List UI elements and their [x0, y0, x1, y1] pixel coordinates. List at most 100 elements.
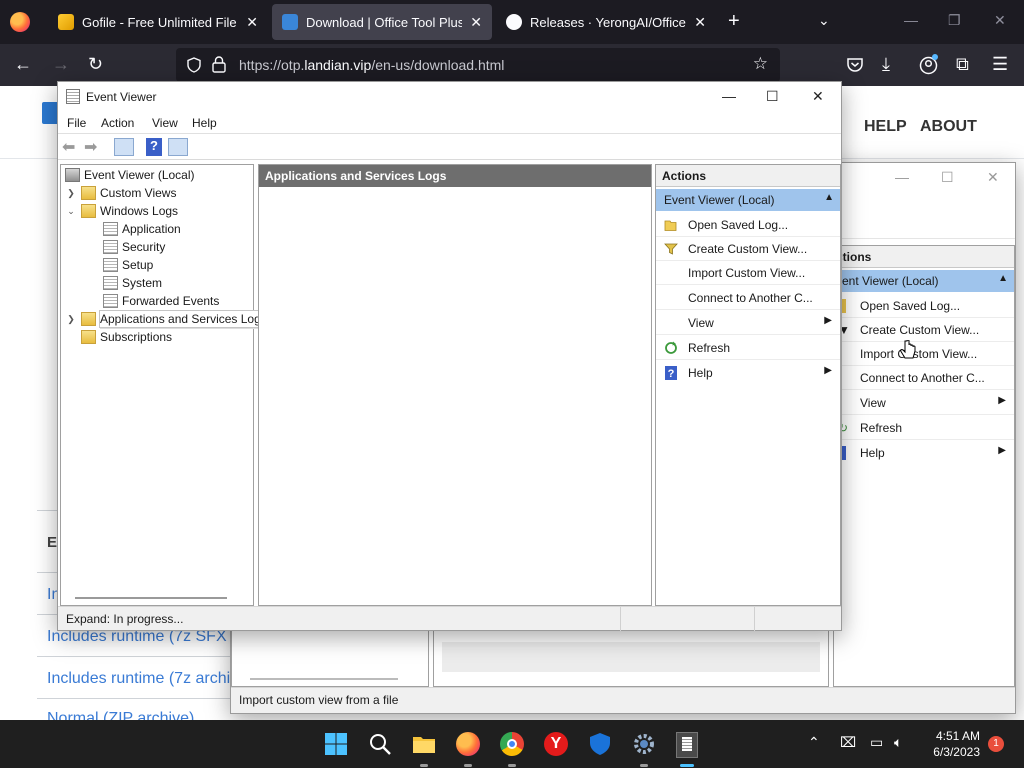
address-bar[interactable]: https://otp.landian.vip/en-us/download.h…: [176, 48, 780, 82]
expand-chevron-icon[interactable]: ❯: [65, 188, 77, 199]
tree-node-custom-views[interactable]: ❯ Custom Views: [65, 184, 176, 202]
action-create-custom-view[interactable]: ▼ Create Custom View...: [834, 318, 1014, 342]
url-text: https://otp.landian.vip/en-us/download.h…: [239, 57, 505, 73]
tray-overflow-chevron-icon[interactable]: ⌃: [808, 734, 820, 751]
shield-icon[interactable]: [186, 57, 202, 73]
tree-node-system[interactable]: System: [103, 274, 162, 292]
actions-pane: Actions Event Viewer (Local) ▲ Open Save…: [655, 164, 841, 606]
tree-node-selected-label[interactable]: Applications and Services Logs: [99, 310, 272, 328]
notification-badge[interactable]: 1: [988, 736, 1004, 752]
download-link[interactable]: Includes runtime (7z archi: [47, 670, 230, 688]
yandex-browser-icon[interactable]: Y: [544, 732, 568, 756]
collapse-icon[interactable]: ▲: [998, 273, 1008, 284]
chevron-down-icon[interactable]: ⌄: [818, 12, 830, 29]
lock-icon[interactable]: [212, 56, 226, 73]
settings-gear-icon[interactable]: [632, 732, 656, 756]
tree-node-application[interactable]: Application: [103, 220, 181, 238]
tab-gofile[interactable]: Gofile - Free Unlimited File Sha ✕: [48, 4, 268, 40]
close-icon[interactable]: ✕: [994, 12, 1006, 29]
action-view[interactable]: View ▶: [656, 311, 840, 335]
menu-action[interactable]: Action: [101, 116, 134, 130]
tree-node-security[interactable]: Security: [103, 238, 165, 256]
menu-file[interactable]: File: [67, 116, 86, 130]
extensions-icon[interactable]: ⧉: [956, 54, 969, 75]
windows-start-icon[interactable]: [324, 732, 348, 756]
forward-arrow-icon[interactable]: ➡: [84, 137, 97, 157]
display-icon[interactable]: ▭: [870, 734, 883, 751]
tree-node-applications-and-services-logs[interactable]: ❯: [65, 310, 100, 328]
no-network-icon[interactable]: ⌧: [840, 734, 856, 751]
restore-icon[interactable]: ❐: [948, 12, 961, 29]
scrollbar[interactable]: [250, 678, 398, 680]
volume-icon[interactable]: 🔈︎: [894, 734, 902, 751]
tree-node-subscriptions[interactable]: Subscriptions: [81, 328, 172, 346]
back-arrow-icon[interactable]: ⬅: [62, 137, 75, 157]
show-hide-console-tree-icon[interactable]: [114, 138, 134, 156]
nav-help-link[interactable]: HELP: [864, 118, 907, 136]
download-icon[interactable]: ⤓: [882, 54, 890, 75]
actions-subheader[interactable]: vent Viewer (Local) ▲: [834, 270, 1014, 292]
action-import-custom-view[interactable]: Import Custom View...: [656, 261, 840, 285]
tree-node-event-viewer-local[interactable]: Event Viewer (Local): [65, 166, 195, 184]
reload-icon[interactable]: ↻: [88, 54, 103, 75]
download-link[interactable]: Normal (ZIP archive): [47, 710, 194, 720]
actions-subheader[interactable]: Event Viewer (Local) ▲: [656, 189, 840, 211]
tab-github-releases[interactable]: Releases · YerongAI/Office-Tool ✕: [496, 4, 716, 40]
action-help[interactable]: Help ▶: [834, 441, 1014, 465]
tree-label: Setup: [122, 258, 154, 272]
bookmark-star-icon[interactable]: ☆: [753, 54, 768, 74]
pocket-icon[interactable]: [846, 56, 864, 74]
close-tab-icon[interactable]: ✕: [246, 14, 258, 31]
new-tab-icon[interactable]: +: [728, 10, 740, 33]
chrome-icon[interactable]: [500, 732, 524, 756]
firefox-icon[interactable]: [456, 732, 480, 756]
close-tab-icon[interactable]: ✕: [470, 14, 482, 31]
help-icon[interactable]: ?: [146, 138, 162, 156]
action-create-custom-view[interactable]: Create Custom View...: [656, 237, 840, 261]
security-shield-icon[interactable]: [588, 732, 612, 756]
action-help[interactable]: ? Help ▶: [656, 361, 840, 385]
action-refresh[interactable]: Refresh: [656, 336, 840, 360]
minimize-icon[interactable]: —: [904, 12, 918, 28]
action-view[interactable]: View ▶: [834, 391, 1014, 415]
tree-node-setup[interactable]: Setup: [103, 256, 153, 274]
tree-label: Subscriptions: [100, 330, 173, 344]
maximize-icon[interactable]: ☐: [941, 169, 954, 186]
minimize-icon[interactable]: —: [722, 88, 736, 104]
tree-node-forwarded-events[interactable]: Forwarded Events: [103, 292, 219, 310]
maximize-icon[interactable]: ☐: [766, 88, 779, 105]
event-viewer-taskbar-icon[interactable]: [676, 732, 698, 758]
event-viewer-window[interactable]: Event Viewer — ☐ ✕ File Action View Help…: [57, 81, 842, 631]
show-hide-action-pane-icon[interactable]: [168, 138, 188, 156]
file-explorer-icon[interactable]: [412, 732, 436, 756]
minimize-icon[interactable]: —: [895, 169, 909, 185]
close-icon[interactable]: ✕: [987, 169, 999, 186]
expand-chevron-icon[interactable]: ❯: [65, 314, 77, 325]
console-tree-pane[interactable]: Event Viewer (Local) ❯ Custom Views ⌄ Wi…: [60, 164, 272, 606]
search-icon[interactable]: [368, 732, 392, 756]
action-label: Help: [688, 366, 713, 380]
action-connect-another[interactable]: Connect to Another C...: [834, 366, 1014, 390]
collapse-chevron-icon[interactable]: ⌄: [65, 206, 77, 217]
action-open-saved-log[interactable]: Open Saved Log...: [656, 213, 840, 237]
forward-arrow-icon[interactable]: →: [52, 54, 70, 75]
close-icon[interactable]: ✕: [812, 88, 824, 105]
action-refresh[interactable]: ↻ Refresh: [834, 416, 1014, 440]
action-connect-another-computer[interactable]: Connect to Another C...: [656, 286, 840, 310]
action-open-saved-log[interactable]: Open Saved Log...: [834, 294, 1014, 318]
firefox-icon[interactable]: [10, 12, 30, 32]
close-tab-icon[interactable]: ✕: [694, 14, 706, 31]
collapse-icon[interactable]: ▲: [824, 192, 834, 203]
window-titlebar[interactable]: Event Viewer — ☐ ✕: [58, 82, 841, 112]
action-label: View: [688, 316, 714, 330]
tree-horizontal-scrollbar[interactable]: [75, 597, 227, 599]
menu-view[interactable]: View: [152, 116, 178, 130]
clock[interactable]: 4:51 AM 6/3/2023: [924, 728, 980, 760]
tab-office-tool-plus[interactable]: Download | Office Tool Plus We ✕: [272, 4, 492, 40]
tree-node-windows-logs[interactable]: ⌄ Windows Logs: [65, 202, 178, 220]
menu-help[interactable]: Help: [192, 116, 217, 130]
menu-icon[interactable]: ☰: [992, 54, 1008, 75]
action-import-custom-view[interactable]: Import Custom View...: [834, 342, 1014, 366]
nav-about-link[interactable]: ABOUT: [920, 118, 977, 136]
back-arrow-icon[interactable]: ←: [14, 54, 32, 75]
